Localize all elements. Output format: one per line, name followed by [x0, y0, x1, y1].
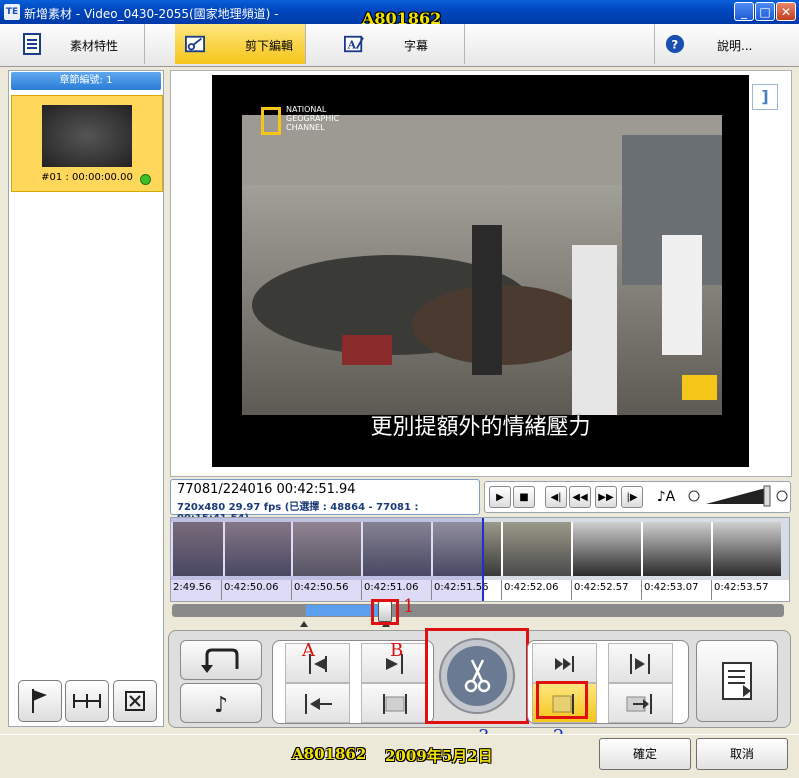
next-mark-icon	[555, 656, 574, 672]
volume-graphic	[688, 485, 788, 507]
annotation-box-3	[425, 628, 529, 724]
timeline-playhead[interactable]	[482, 518, 484, 601]
tab-label: 剪下編輯	[245, 39, 294, 53]
audio-button[interactable]: ♪A	[653, 486, 679, 508]
undo-icon	[201, 648, 239, 673]
status-dot-icon	[140, 174, 151, 185]
timecode-label: 0:42:53.07	[644, 582, 699, 593]
go-to-mark-in-icon	[305, 694, 332, 714]
window-title: 新增素材 - Video_0430-2055(國家地理頻道) -	[24, 7, 279, 21]
ok-button[interactable]: 確定	[599, 738, 691, 770]
tab-subtitle[interactable]: A 字幕	[334, 24, 465, 64]
chapter-item[interactable]: #01 : 00:00:00.00	[11, 95, 163, 192]
tab-label: 說明...	[717, 39, 753, 53]
timecode-label: 2:49.56	[173, 582, 212, 593]
annotation-box-1	[371, 599, 399, 625]
go-to-end-button[interactable]	[608, 683, 673, 723]
subtitle-icon: A	[344, 35, 364, 53]
timecode-label: 0:42:50.06	[224, 582, 279, 593]
mark-buttons-group	[272, 640, 434, 724]
split-icon	[73, 694, 101, 708]
watermark-bottom-id: A801862	[292, 745, 367, 763]
svg-text:A: A	[347, 39, 357, 52]
document-icon	[23, 33, 41, 55]
tab-cut-edit[interactable]: 剪下編輯	[175, 24, 306, 64]
frame-thumbnail	[711, 522, 781, 576]
chapter-panel: 章節編號: 1 #01 : 00:00:00.00	[8, 70, 164, 727]
cut-edit-icon	[185, 35, 205, 53]
frame-thumbnail	[501, 522, 571, 576]
split-button[interactable]	[65, 680, 109, 722]
next-frame-button[interactable]: |▶	[621, 486, 643, 508]
tab-label: 字幕	[404, 39, 429, 53]
video-frame-image	[242, 115, 722, 415]
frame-time-readout: 77081/224016 00:42:51.94	[177, 482, 356, 497]
mark-in-button[interactable]	[285, 643, 350, 683]
play-button[interactable]: ▶	[489, 486, 511, 508]
play-selection-icon	[630, 654, 650, 674]
flag-icon	[32, 689, 47, 713]
maximize-button[interactable]: □	[755, 2, 775, 21]
annotation-label-1: 1	[403, 596, 415, 617]
timecode-label: 0:42:52.57	[574, 582, 629, 593]
channel-logo-text: NATIONAL GEOGRAPHIC CHANNEL	[286, 105, 340, 132]
minimize-button[interactable]: _	[734, 2, 754, 21]
app-icon: TE	[4, 4, 20, 20]
delete-chapter-button[interactable]	[113, 680, 157, 722]
next-mark-button[interactable]	[532, 643, 597, 683]
timecode-label: 0:42:52.06	[504, 582, 559, 593]
help-icon: ?	[665, 34, 685, 54]
volume-slider[interactable]	[688, 484, 788, 508]
audio-edit-button[interactable]: ♪	[180, 683, 262, 723]
help-button[interactable]: ? 說明...	[654, 24, 799, 64]
position-slider-track[interactable]	[172, 604, 784, 617]
annotation-label-A: A	[302, 640, 315, 661]
chapter-header: 章節編號: 1	[11, 72, 161, 90]
go-to-mark-in-button[interactable]	[285, 683, 350, 723]
chapter-thumbnail	[42, 105, 132, 167]
go-to-mark-out-button[interactable]	[361, 683, 426, 723]
prev-frame-button[interactable]: ◀|	[545, 486, 567, 508]
video-preview[interactable]: NATIONAL GEOGRAPHIC CHANNEL 更別提額外的情緒壓力	[212, 75, 749, 467]
timecode-label: 0:42:51.06	[364, 582, 419, 593]
mark-in-icon	[309, 654, 327, 674]
tab-material-properties[interactable]: 素材特性	[0, 24, 145, 64]
stop-button[interactable]: ■	[513, 486, 535, 508]
frame-info-box: 77081/224016 00:42:51.94 720x480 29.97 f…	[170, 479, 480, 524]
flag-button[interactable]	[18, 680, 62, 722]
fast-forward-button[interactable]: ▶▶	[595, 486, 617, 508]
music-note-icon: ♪	[214, 693, 228, 718]
timecode-label: 0:42:53.57	[714, 582, 769, 593]
tab-label: 素材特性	[70, 39, 119, 53]
undo-button[interactable]	[180, 640, 262, 680]
rewind-button[interactable]: ◀◀	[569, 486, 591, 508]
timeline-filmstrip[interactable]: 2:49.56 0:42:50.06 0:42:50.56 0:42:51.06…	[170, 517, 790, 602]
svg-text:♪: ♪	[214, 693, 228, 718]
close-button[interactable]: ✕	[776, 2, 796, 21]
frame-thumbnail	[641, 522, 711, 576]
add-chapter-button[interactable]	[696, 640, 778, 722]
timecode-label: 0:42:51.56	[434, 582, 489, 593]
video-subtitle: 更別提額外的情緒壓力	[370, 415, 591, 440]
annotation-box-2	[536, 681, 588, 719]
range-icon	[383, 694, 407, 714]
national-geographic-logo-icon	[261, 107, 281, 135]
svg-text:?: ?	[671, 38, 678, 52]
watermark-bottom-date: 2009年5月2日	[385, 747, 493, 765]
go-to-end-icon	[626, 694, 652, 714]
timecode-label: 0:42:50.56	[294, 582, 349, 593]
annotation-label-B: B	[390, 640, 404, 661]
play-selection-button[interactable]	[608, 643, 673, 683]
cancel-button[interactable]: 取消	[696, 738, 788, 770]
crowd-scene-image	[242, 115, 722, 415]
frame-thumbnail	[571, 522, 641, 576]
main-toolbar: 素材特性 剪下編輯 A 字幕 ? 說明...	[0, 24, 799, 67]
fullscreen-button[interactable]: ]	[752, 84, 778, 110]
delete-icon	[125, 691, 145, 711]
add-to-list-icon	[722, 662, 752, 700]
mark-in-indicator	[300, 621, 308, 627]
